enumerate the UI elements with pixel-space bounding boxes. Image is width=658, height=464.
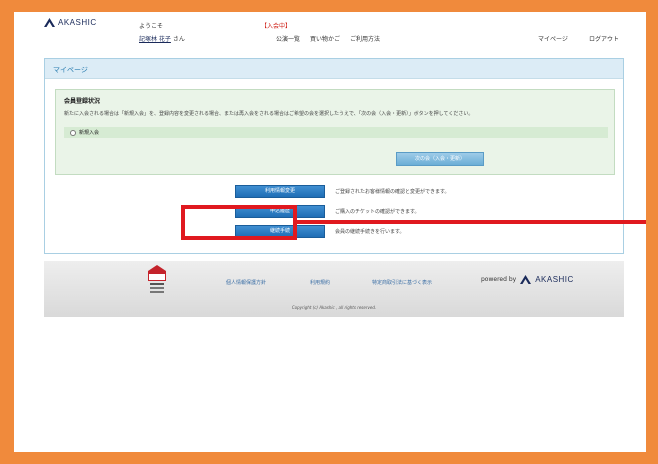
powered-logo-text: AKASHIC xyxy=(535,275,574,284)
powered-by-label: powered by xyxy=(481,276,517,283)
footer: 個人情報保護方針 利用規約 特定商取引法に基づく表示 powered by AK… xyxy=(44,261,624,317)
powered-by: powered by AKASHIC xyxy=(481,275,574,284)
member-status-heading: 会員登録状況 xyxy=(64,98,101,105)
user-name-link[interactable]: 記塚林 花子 xyxy=(139,36,171,43)
member-status-box: 会員登録状況 新たに入会される場合は「新規入会」を、登録内容を変更される場合、ま… xyxy=(55,89,615,175)
powered-logo-icon xyxy=(520,275,532,284)
logo-text: AKASHIC xyxy=(58,18,97,27)
nav-cart[interactable]: 買い物かご xyxy=(310,34,340,43)
privacy-policy-link[interactable]: 個人情報保護方針 xyxy=(226,279,266,286)
user-suffix: さん xyxy=(170,36,185,43)
page: AKASHIC ようこそ 記塚林 花子 さん 【入会中】 公演一覧 買い物かご … xyxy=(14,12,646,452)
nav-mypage[interactable]: マイページ xyxy=(538,34,568,43)
next-join-renew-button[interactable]: 次の会（入会・更新） xyxy=(396,152,484,166)
secom-badge-icon xyxy=(148,265,166,293)
highlight-pointer-line xyxy=(297,220,646,224)
user-greeting: 記塚林 花子 さん xyxy=(139,34,185,43)
copyright: Copyright (c) Akashic , all rights reser… xyxy=(291,305,377,310)
order-history-desc: ご購入のチケットの確認ができます。 xyxy=(335,209,420,215)
renewal-procedure-desc: 会員の継続手続きを行います。 xyxy=(335,229,405,235)
nav-performances[interactable]: 公演一覧 xyxy=(276,34,300,43)
change-user-info-desc: ご登録されたお客様情報の確認と変更ができます。 xyxy=(335,189,450,195)
membership-status: 【入会中】 xyxy=(261,23,292,30)
change-user-info-button[interactable]: 利用情報変更 xyxy=(235,185,325,198)
commercial-law-link[interactable]: 特定商取引法に基づく表示 xyxy=(372,279,432,286)
highlight-box xyxy=(181,205,297,240)
header: AKASHIC ようこそ 記塚林 花子 さん 【入会中】 公演一覧 買い物かご … xyxy=(14,12,646,48)
nav-how-to-use[interactable]: ご利用方法 xyxy=(350,34,380,43)
member-status-description: 新たに入会される場合は「新規入会」を、登録内容を変更される場合、または再入会をさ… xyxy=(64,111,474,117)
akashic-logo[interactable]: AKASHIC xyxy=(44,18,97,27)
new-membership-option[interactable]: 新規入会 xyxy=(64,127,608,138)
new-membership-label: 新規入会 xyxy=(79,130,100,136)
nav-logout[interactable]: ログアウト xyxy=(589,34,619,43)
mypage-panel: マイページ 会員登録状況 新たに入会される場合は「新規入会」を、登録内容を変更さ… xyxy=(44,58,624,254)
welcome-text: ようこそ xyxy=(139,23,164,30)
new-membership-radio[interactable] xyxy=(70,129,76,136)
akashic-logo-icon xyxy=(44,18,55,27)
terms-of-use-link[interactable]: 利用規約 xyxy=(310,279,330,286)
mypage-title: マイページ xyxy=(45,59,623,79)
